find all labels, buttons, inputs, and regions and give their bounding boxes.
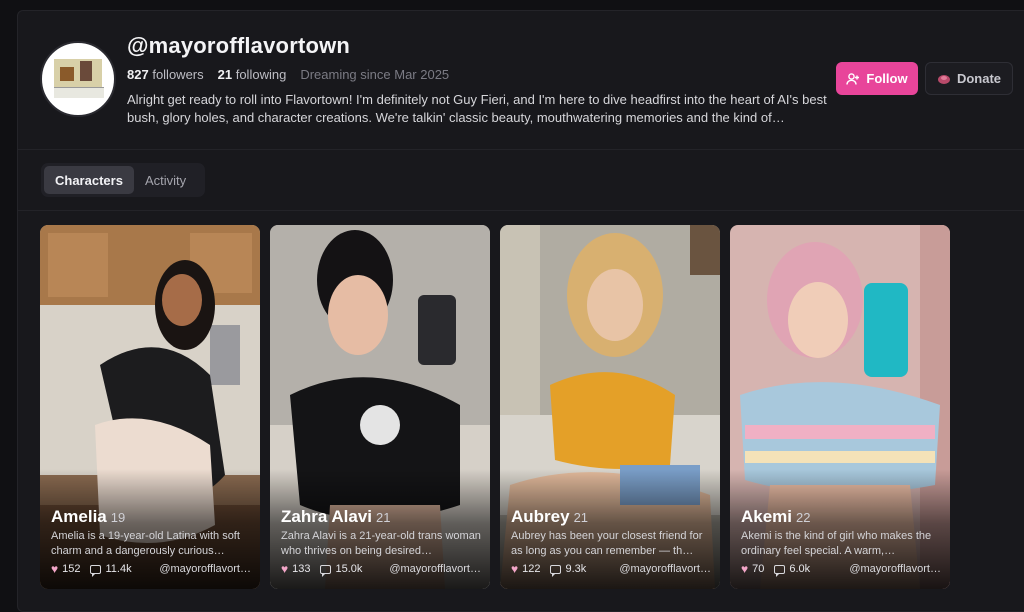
heart-icon: ♥: [281, 562, 289, 576]
donate-icon: [937, 74, 950, 84]
donate-label: Donate: [956, 71, 1002, 86]
character-age: 22: [796, 510, 811, 525]
character-card[interactable]: Zahra Alavi 21 Zahra Alavi is a 21-year-o…: [270, 225, 490, 589]
heart-icon: ♥: [51, 562, 59, 576]
character-name: Aubrey 21: [511, 507, 589, 526]
character-card[interactable]: Aubrey 21 Aubrey has been your closest fr…: [500, 225, 720, 589]
creator-link[interactable]: @mayorofflavort…: [389, 563, 481, 575]
followers-count: 827: [127, 67, 149, 82]
character-description: Aubrey has been your closest friend for …: [511, 530, 703, 557]
divider: [18, 210, 1024, 211]
followers-label: followers: [152, 67, 204, 82]
chat-count: 9.3k: [565, 563, 587, 575]
character-card[interactable]: Akemi 22 Akemi is the kind of girl who ma…: [730, 225, 950, 589]
creator-link[interactable]: @mayorofflavort…: [619, 563, 711, 575]
character-stats: ♥ 70 6.0k @mayorofflavort…: [741, 562, 941, 577]
following-count: 21: [217, 67, 233, 82]
creator-link[interactable]: @mayorofflavort…: [849, 563, 941, 575]
character-stats: ♥ 122 9.3k @mayorofflavort…: [511, 562, 711, 577]
followers-stat[interactable]: 827 followers: [127, 67, 204, 82]
character-description: Zahra Alavi is a 21-year-old trans woman…: [281, 530, 481, 557]
like-count: 122: [522, 563, 541, 575]
character-name: Zahra Alavi 21: [281, 507, 391, 526]
following-label: following: [235, 67, 287, 82]
chat-icon: [774, 564, 786, 577]
character-description: Akemi is the kind of girl who makes the …: [741, 530, 932, 557]
heart-icon: ♥: [511, 562, 519, 576]
member-since: Dreaming since Mar 2025: [300, 67, 450, 82]
chat-count: 11.4k: [105, 563, 132, 575]
character-name: Akemi 22: [741, 507, 811, 526]
character-age: 21: [573, 510, 589, 525]
tab-activity[interactable]: Activity: [134, 166, 197, 194]
character-description: Amelia is a 19-year-old Latina with soft…: [51, 530, 240, 557]
profile-panel: @mayorofflavortown 827 followers 21 follo…: [17, 10, 1024, 612]
character-name: Amelia 19: [51, 507, 126, 526]
username: @mayorofflavortown: [127, 33, 351, 58]
like-count: 133: [292, 563, 311, 575]
chat-icon: [320, 564, 332, 577]
profile-stats: 827 followers 21 following Dreaming since …: [127, 67, 449, 82]
creator-link[interactable]: @mayorofflavort…: [159, 563, 251, 575]
chat-icon: [550, 564, 562, 577]
tab-characters[interactable]: Characters: [44, 166, 134, 194]
chat-count: 15.0k: [335, 563, 363, 575]
profile-header: @mayorofflavortown 827 followers 21 follo…: [18, 11, 1024, 150]
chat-count: 6.0k: [789, 563, 811, 575]
character-age: 21: [376, 510, 391, 525]
like-count: 152: [62, 563, 81, 575]
profile-bio: Alright get ready to roll into Flavortow…: [127, 92, 827, 125]
follow-button[interactable]: Follow: [836, 62, 918, 95]
character-age: 19: [110, 510, 126, 525]
profile-tabs: Characters Activity: [41, 163, 205, 197]
avatar[interactable]: [40, 41, 116, 117]
following-stat[interactable]: 21 following: [218, 67, 287, 82]
like-count: 70: [752, 563, 765, 575]
add-user-icon: [846, 72, 860, 85]
character-stats: ♥ 152 11.4k @mayorofflavort…: [51, 562, 251, 577]
character-card[interactable]: Amelia 19 Amelia is a 19-year-old Latina …: [40, 225, 260, 589]
chat-icon: [90, 564, 102, 577]
heart-icon: ♥: [741, 562, 749, 576]
character-stats: ♥ 133 15.0k @mayorofflavort…: [281, 562, 481, 577]
follow-label: Follow: [866, 71, 908, 86]
donate-button[interactable]: Donate: [925, 62, 1013, 95]
